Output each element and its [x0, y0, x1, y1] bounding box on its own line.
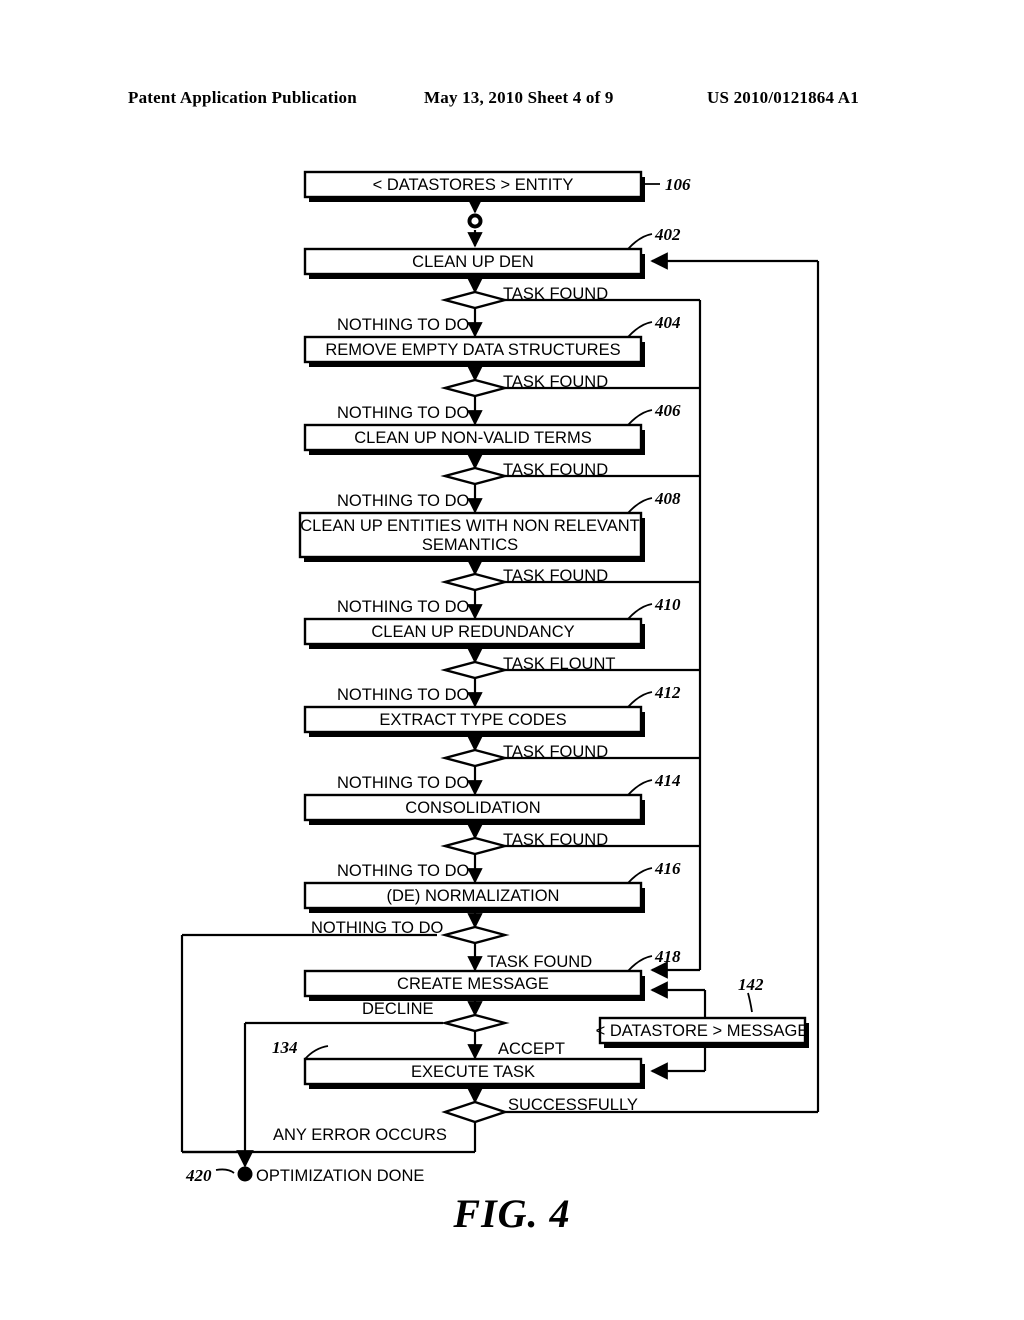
- edge-label-nothing-to-do-6: NOTHING TO DO: [337, 774, 469, 792]
- decision-6[interactable]: [440, 748, 510, 768]
- terminus-dot: [237, 1166, 253, 1182]
- patent-sheet: Patent Application Publication May 13, 2…: [0, 0, 1024, 1320]
- leader-134: [304, 1045, 329, 1060]
- node-de-normalization[interactable]: (DE) NORMALIZATION: [303, 881, 645, 913]
- decision-4[interactable]: [440, 572, 510, 592]
- node-datastore-message[interactable]: < DATASTORE > MESSAGE: [596, 1016, 809, 1048]
- decision-3[interactable]: [440, 466, 510, 486]
- edge-label-nothing-to-do-4: NOTHING TO DO: [337, 598, 469, 616]
- leader-416: [627, 867, 653, 884]
- edge-label-decline: DECLINE: [362, 1000, 434, 1018]
- ref-412: 412: [654, 683, 681, 702]
- start-node: [467, 213, 483, 229]
- leader-408: [627, 497, 653, 514]
- node-label: EXTRACT TYPE CODES: [379, 711, 566, 729]
- edge-label-task-flount: TASK FLOUNT: [503, 655, 615, 673]
- node-datastores-entity[interactable]: < DATASTORES > ENTITY: [303, 170, 645, 202]
- leader-410: [627, 603, 653, 620]
- node-clean-up-redundancy[interactable]: CLEAN UP REDUNDANCY: [303, 617, 645, 649]
- node-optimization-done[interactable]: OPTIMIZATION DONE: [237, 1166, 425, 1186]
- ref-414: 414: [654, 771, 681, 790]
- edge-label-successfully: SUCCESSFULLY: [508, 1096, 638, 1114]
- leader-406: [627, 409, 653, 426]
- node-label: CONSOLIDATION: [405, 799, 540, 817]
- edge-label-task-found-7: TASK FOUND: [503, 831, 608, 849]
- ref-410: 410: [654, 595, 681, 614]
- node-label: < DATASTORES > ENTITY: [373, 176, 574, 194]
- node-consolidation[interactable]: CONSOLIDATION: [303, 793, 645, 825]
- node-label: (DE) NORMALIZATION: [387, 887, 560, 905]
- ref-406: 406: [654, 401, 681, 420]
- leader-142: [747, 992, 753, 1013]
- decision-7[interactable]: [440, 836, 510, 856]
- node-execute-task[interactable]: EXECUTE TASK: [303, 1057, 645, 1089]
- edge-label-nothing-to-do-2: NOTHING TO DO: [337, 404, 469, 422]
- leader-420: [215, 1168, 235, 1174]
- terminus-label: OPTIMIZATION DONE: [256, 1167, 424, 1185]
- ref-402: 402: [654, 225, 681, 244]
- leader-412: [627, 691, 653, 708]
- edge-label-nothing-to-do-1: NOTHING TO DO: [337, 316, 469, 334]
- decision-5[interactable]: [440, 660, 510, 680]
- decision-10-success-error[interactable]: [441, 1100, 509, 1124]
- edge-label-nothing-to-do-8: NOTHING TO DO: [311, 919, 443, 937]
- edge-label-nothing-to-do-5: NOTHING TO DO: [337, 686, 469, 704]
- leader-404: [627, 321, 653, 338]
- ref-404: 404: [654, 313, 681, 332]
- node-label: CLEAN UP NON-VALID TERMS: [354, 429, 591, 447]
- ref-420: 420: [185, 1166, 212, 1185]
- figure-caption: FIG. 4: [453, 1191, 571, 1236]
- node-clean-up-non-valid-terms[interactable]: CLEAN UP NON-VALID TERMS: [303, 423, 645, 455]
- edge-label-nothing-to-do-3: NOTHING TO DO: [337, 492, 469, 510]
- leader-414: [627, 779, 653, 796]
- node-label: CLEAN UP DEN: [412, 253, 534, 271]
- edge-label-task-found-8: TASK FOUND: [487, 953, 592, 971]
- node-label: < DATASTORE > MESSAGE: [596, 1022, 809, 1040]
- decision-9-decline-accept[interactable]: [440, 1013, 510, 1033]
- node-clean-up-entities-non-relevant-semantics[interactable]: CLEAN UP ENTITIES WITH NON RELEVANT SEMA…: [298, 511, 645, 562]
- node-label: CLEAN UP ENTITIES WITH NON RELEVANT: [300, 517, 640, 535]
- node-label: REMOVE EMPTY DATA STRUCTURES: [325, 341, 620, 359]
- decision-1[interactable]: [440, 290, 510, 310]
- edge-label-task-found-3: TASK FOUND: [503, 461, 608, 479]
- node-label: CREATE MESSAGE: [397, 975, 549, 993]
- node-remove-empty-data-structures[interactable]: REMOVE EMPTY DATA STRUCTURES: [303, 335, 645, 367]
- ref-416: 416: [654, 859, 681, 878]
- node-clean-up-den[interactable]: CLEAN UP DEN: [303, 247, 645, 279]
- decision-8[interactable]: [440, 925, 510, 945]
- figure-4-flowchart: < DATASTORES > ENTITY 106 CLEAN UP DEN 4…: [180, 170, 820, 1186]
- node-label-line2: SEMANTICS: [422, 536, 518, 554]
- leader-418: [627, 955, 653, 972]
- edge-label-task-found-2: TASK FOUND: [503, 373, 608, 391]
- node-label: EXECUTE TASK: [411, 1063, 535, 1081]
- edge-label-nothing-to-do-7: NOTHING TO DO: [337, 862, 469, 880]
- edge-label-accept: ACCEPT: [498, 1040, 565, 1058]
- edge-label-any-error-occurs: ANY ERROR OCCURS: [273, 1126, 447, 1144]
- edge-label-task-found-1: TASK FOUND: [503, 285, 608, 303]
- ref-418: 418: [654, 947, 681, 966]
- ref-408: 408: [654, 489, 681, 508]
- leader-402: [627, 233, 653, 250]
- node-create-message[interactable]: CREATE MESSAGE: [303, 969, 645, 1001]
- ref-142: 142: [738, 975, 764, 994]
- node-label: CLEAN UP REDUNDANCY: [371, 623, 574, 641]
- decision-2[interactable]: [440, 378, 510, 398]
- edge-label-task-found-6: TASK FOUND: [503, 743, 608, 761]
- node-extract-type-codes[interactable]: EXTRACT TYPE CODES: [303, 705, 645, 737]
- ref-106: 106: [665, 175, 691, 194]
- edge-label-task-found-4: TASK FOUND: [503, 567, 608, 585]
- ref-134: 134: [272, 1038, 298, 1057]
